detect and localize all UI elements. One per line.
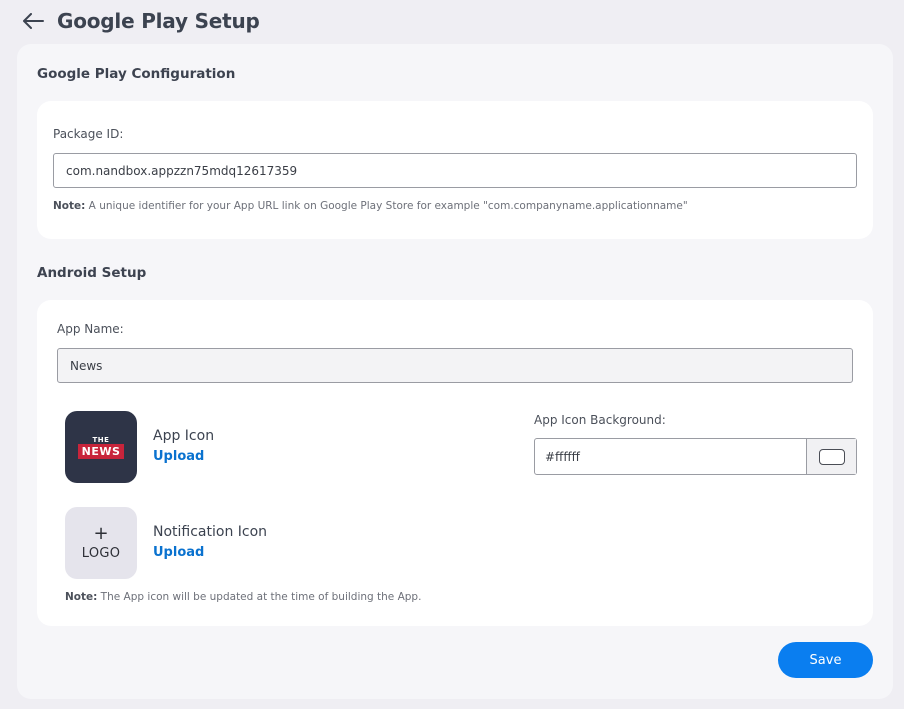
app-icon-image: THE NEWS — [65, 411, 137, 483]
note-label: Note: — [65, 591, 98, 603]
app-icon-the-text: THE — [92, 436, 110, 444]
icon-bg-label: App Icon Background: — [534, 413, 666, 427]
app-icon-note: Note: The App icon will be updated at th… — [65, 591, 421, 603]
page-header: Google Play Setup — [22, 7, 260, 35]
color-picker-button[interactable] — [806, 439, 856, 474]
app-icon-title: App Icon — [153, 428, 215, 444]
app-name-input[interactable] — [57, 348, 853, 383]
google-play-section-title: Google Play Configuration — [37, 66, 236, 82]
arrow-left-icon[interactable] — [22, 10, 44, 32]
android-section-title: Android Setup — [37, 265, 147, 281]
icon-bg-color-input[interactable]: #ffffff — [535, 439, 806, 474]
notification-icon-placeholder[interactable]: + LOGO — [65, 507, 137, 579]
logo-placeholder-text: LOGO — [81, 546, 121, 561]
package-id-label: Package ID: — [53, 127, 124, 141]
notification-icon-upload-link[interactable]: Upload — [153, 545, 204, 560]
icon-bg-color-field: #ffffff — [534, 438, 857, 475]
note-label: Note: — [53, 200, 86, 212]
package-id-note: Note: A unique identifier for your App U… — [53, 200, 688, 212]
color-swatch-icon — [818, 448, 845, 465]
package-id-input[interactable] — [53, 153, 857, 188]
app-name-label: App Name: — [57, 322, 124, 336]
plus-icon: + — [93, 523, 109, 544]
note-text: A unique identifier for your App URL lin… — [85, 200, 688, 212]
notification-icon-title: Notification Icon — [153, 524, 268, 540]
app-icon-upload-link[interactable]: Upload — [153, 449, 204, 464]
note-text: The App icon will be updated at the time… — [97, 591, 422, 603]
save-button[interactable]: Save — [778, 642, 873, 678]
page-title: Google Play Setup — [57, 9, 260, 33]
app-icon-news-text: NEWS — [78, 444, 124, 459]
